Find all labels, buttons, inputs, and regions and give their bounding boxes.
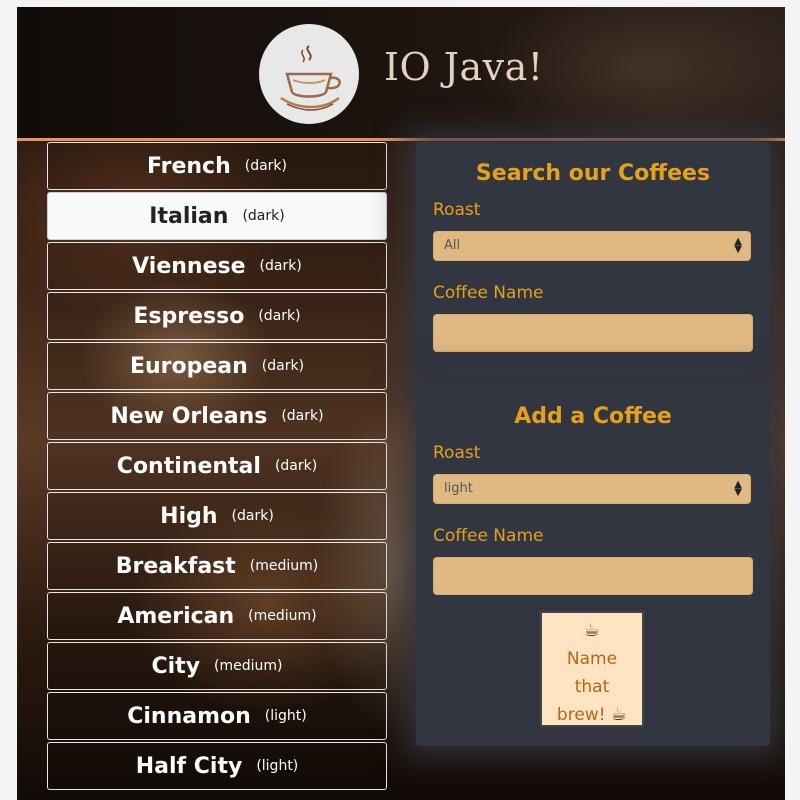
coffee-roast: (medium)	[214, 658, 283, 674]
coffee-roast: (medium)	[248, 608, 317, 624]
site-header: IO Java!	[17, 7, 785, 141]
coffee-list-item[interactable]: Half City (light)	[47, 742, 387, 790]
coffee-list-item[interactable]: Breakfast (medium)	[47, 542, 387, 590]
coffee-icon: ☕	[583, 620, 601, 641]
button-line: Name	[566, 649, 618, 669]
button-line-last: brew! ☕	[542, 701, 642, 729]
coffee-name: Viennese	[132, 253, 246, 279]
coffee-roast: (dark)	[274, 458, 318, 474]
coffee-name: High	[160, 503, 218, 529]
coffee-name: Espresso	[133, 303, 245, 329]
coffee-name: Italian	[149, 203, 229, 229]
search-panel: Search our Coffees Roast All ▲ ▼ Coffee N…	[416, 142, 770, 380]
add-roast-label: Roast	[433, 443, 481, 463]
site-title: IO Java!	[384, 45, 544, 89]
button-line: brew!	[556, 705, 606, 725]
coffee-roast: (light)	[256, 758, 299, 774]
coffee-list-item[interactable]: New Orleans (dark)	[47, 392, 387, 440]
coffee-cup-icon	[280, 45, 341, 111]
coffee-list: French (dark) Italian (dark) Viennese (dark…	[47, 142, 387, 792]
coffee-name: New Orleans	[110, 403, 268, 429]
add-name-input[interactable]	[433, 557, 753, 595]
add-name-label: Coffee Name	[433, 526, 544, 546]
add-panel-title: Add a Coffee	[514, 404, 672, 429]
add-roast-select[interactable]: light ▲ ▼	[433, 474, 751, 504]
select-arrows-icon: ▲ ▼	[734, 236, 742, 255]
coffee-list-item[interactable]: Continental (dark)	[47, 442, 387, 490]
coffee-name: American	[117, 603, 235, 629]
coffee-list-item[interactable]: European (dark)	[47, 342, 387, 390]
search-name-label: Coffee Name	[433, 283, 544, 303]
coffee-roast: (dark)	[242, 208, 285, 224]
coffee-name: Half City	[135, 753, 243, 779]
coffee-roast: (dark)	[244, 158, 288, 174]
coffee-list-item[interactable]: American (medium)	[47, 592, 387, 640]
coffee-name: Continental	[116, 453, 261, 479]
coffee-list-item[interactable]: Cinnamon (light)	[47, 692, 387, 740]
coffee-list-item[interactable]: High (dark)	[47, 492, 387, 540]
add-panel: Add a Coffee Roast light ▲ ▼ Coffee Name …	[416, 385, 770, 746]
search-name-input[interactable]	[433, 314, 753, 352]
name-that-brew-button[interactable]: ☕ Name that brew! ☕	[540, 611, 644, 727]
search-panel-title: Search our Coffees	[475, 161, 711, 186]
coffee-roast: (dark)	[261, 358, 305, 374]
coffee-list-item[interactable]: Italian (dark)	[47, 192, 387, 240]
coffee-list-item[interactable]: French (dark)	[47, 142, 387, 190]
coffee-name: French	[146, 153, 231, 179]
search-roast-select[interactable]: All ▲ ▼	[433, 231, 751, 261]
coffee-roast: (dark)	[259, 258, 302, 274]
button-line: that	[574, 677, 610, 697]
select-arrows-icon: ▲ ▼	[734, 479, 742, 498]
search-roast-label: Roast	[433, 200, 481, 220]
page-frame: IO Java! French (dark) Italian (dark) Vien…	[17, 7, 785, 800]
coffee-roast: (dark)	[231, 508, 274, 524]
coffee-roast: (light)	[264, 708, 307, 724]
coffee-roast: (dark)	[281, 408, 324, 424]
coffee-name: European	[129, 353, 248, 379]
search-roast-value: All	[444, 238, 461, 253]
coffee-icon: ☕	[610, 704, 628, 725]
coffee-name: Cinnamon	[127, 703, 251, 729]
coffee-list-item[interactable]: Viennese (dark)	[47, 242, 387, 290]
coffee-roast: (dark)	[258, 308, 301, 324]
logo	[259, 24, 359, 124]
coffee-list-item[interactable]: Espresso (dark)	[47, 292, 387, 340]
coffee-roast: (medium)	[249, 558, 319, 574]
coffee-name: Breakfast	[115, 553, 236, 579]
coffee-name: City	[151, 653, 201, 679]
add-roast-value: light	[444, 481, 473, 496]
coffee-list-item[interactable]: City (medium)	[47, 642, 387, 690]
